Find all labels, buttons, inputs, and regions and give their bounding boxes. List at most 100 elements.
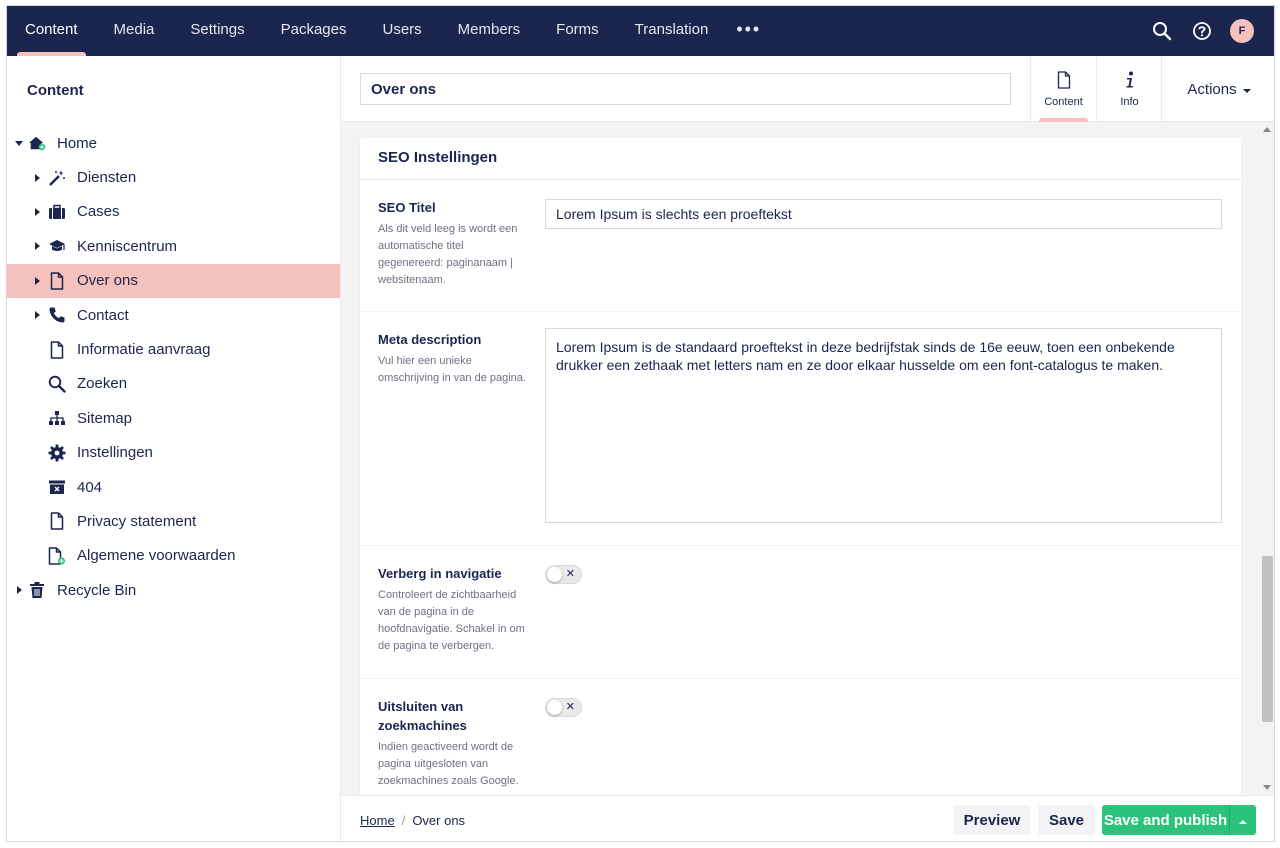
- editor-scroll-area: SEO Instellingen SEO Titel Als dit veld …: [341, 122, 1274, 795]
- section-media[interactable]: Media: [96, 6, 173, 56]
- hide-navigation-toggle[interactable]: ✕: [545, 565, 582, 584]
- avatar[interactable]: F: [1230, 19, 1254, 43]
- property-label: Meta description Vul hier een unieke oms…: [378, 330, 528, 387]
- section-packages[interactable]: Packages: [263, 6, 365, 56]
- more-sections-button[interactable]: •••: [726, 6, 771, 56]
- breadcrumb-home-link[interactable]: Home: [360, 813, 395, 828]
- tab-content[interactable]: Content: [1030, 56, 1096, 122]
- home-icon: [28, 134, 46, 152]
- tree-item-recycle-bin[interactable]: Recycle Bin: [7, 573, 340, 607]
- tree-item-privacy-statement[interactable]: Privacy statement: [7, 504, 340, 538]
- tree-item-label: Sitemap: [77, 409, 133, 427]
- tree-item-zoeken[interactable]: Zoeken: [7, 367, 340, 401]
- caret-down-icon: [1242, 81, 1251, 98]
- scroll-up-icon[interactable]: [1263, 127, 1271, 132]
- tree-item-diensten[interactable]: Diensten: [7, 160, 340, 194]
- caret-right-icon[interactable]: [31, 240, 43, 252]
- top-bar-tools: F: [1150, 6, 1254, 56]
- search-icon: [48, 375, 66, 393]
- property-name: Uitsluiten van zoekmachines: [378, 699, 467, 733]
- app-window: Content Media Settings Packages Users Me…: [6, 5, 1275, 842]
- tree-item-label: Contact: [77, 306, 129, 324]
- tree-item-contact[interactable]: Contact: [7, 298, 340, 332]
- tree-item-label: Home: [57, 134, 98, 152]
- scroll-down-icon[interactable]: [1263, 785, 1271, 790]
- property-name: SEO Titel: [378, 200, 436, 215]
- tree-item-informatie-aanvraag[interactable]: Informatie aanvraag: [7, 332, 340, 366]
- exclude-search-property: Uitsluiten van zoekmachines Indien geact…: [360, 679, 1241, 795]
- editor-footer: Home / Over ons Preview Save Save and pu…: [341, 795, 1274, 841]
- property-description: Als dit veld leeg is wordt een automatis…: [378, 223, 518, 286]
- property-label: SEO Titel Als dit veld leeg is wordt een…: [378, 198, 528, 289]
- meta-description-property: Meta description Vul hier een unieke oms…: [360, 312, 1241, 546]
- publish-options-button[interactable]: [1229, 805, 1256, 835]
- tree-item-label: Instellingen: [77, 444, 153, 462]
- tree-item-home[interactable]: Home: [7, 126, 340, 160]
- caret-right-icon[interactable]: [31, 206, 43, 218]
- tree-item-sitemap[interactable]: Sitemap: [7, 401, 340, 435]
- tree-item-label: Over ons: [77, 272, 138, 290]
- seo-title-input[interactable]: [545, 199, 1222, 229]
- tree-item-label: Recycle Bin: [57, 581, 137, 599]
- editor-header: Content Info Actions: [341, 56, 1274, 122]
- tree-item-label: 404: [77, 478, 103, 496]
- gear-icon: [48, 444, 66, 462]
- save-and-publish-button[interactable]: Save and publish: [1102, 805, 1229, 835]
- actions-dropdown[interactable]: Actions: [1161, 56, 1274, 122]
- property-name: Verberg in navigatie: [378, 566, 502, 581]
- caret-right-icon[interactable]: [31, 172, 43, 184]
- tree-item-label: Privacy statement: [77, 512, 197, 530]
- section-translation[interactable]: Translation: [617, 6, 727, 56]
- breadcrumb-current: Over ons: [412, 812, 466, 828]
- property-name: Meta description: [378, 332, 482, 347]
- section-nav: Content Media Settings Packages Users Me…: [7, 6, 771, 56]
- tab-label: Info: [1120, 95, 1139, 108]
- document-icon: [48, 512, 66, 531]
- section-settings[interactable]: Settings: [172, 6, 262, 56]
- tree-item-instellingen[interactable]: Instellingen: [7, 436, 340, 470]
- caret-down-icon[interactable]: [13, 137, 25, 149]
- phone-icon: [48, 306, 66, 324]
- node-name-input[interactable]: [360, 73, 1011, 105]
- help-icon[interactable]: [1190, 19, 1214, 43]
- tree-item-label: Kenniscentrum: [77, 237, 178, 255]
- tree-item-404[interactable]: 404: [7, 470, 340, 504]
- save-button[interactable]: Save: [1038, 805, 1095, 835]
- tree-item-label: Diensten: [77, 169, 137, 187]
- missing-box-icon: [48, 478, 66, 496]
- section-users[interactable]: Users: [364, 6, 439, 56]
- scroll-thumb[interactable]: [1262, 556, 1273, 722]
- section-forms[interactable]: Forms: [538, 6, 617, 56]
- tree-item-label: Cases: [77, 203, 120, 221]
- search-icon[interactable]: [1150, 19, 1174, 43]
- property-description: Vul hier een unieke omschrijving in van …: [378, 355, 526, 384]
- tree-item-algemene-voorwaarden[interactable]: Algemene voorwaarden: [7, 539, 340, 573]
- preview-button[interactable]: Preview: [954, 805, 1030, 835]
- tree-item-kenniscentrum[interactable]: Kenniscentrum: [7, 229, 340, 263]
- actions-label: Actions: [1187, 80, 1237, 98]
- caret-right-icon[interactable]: [31, 275, 43, 287]
- caret-right-icon[interactable]: [13, 584, 25, 596]
- section-content[interactable]: Content: [7, 6, 96, 56]
- document-icon: [48, 272, 66, 290]
- close-icon: ✕: [565, 568, 575, 580]
- meta-description-textarea[interactable]: Lorem Ipsum is de standaard proeftekst i…: [545, 328, 1222, 523]
- caret-up-icon: [1239, 812, 1247, 829]
- tree-item-label: Algemene voorwaarden: [77, 547, 236, 565]
- tree-item-label: Informatie aanvraag: [77, 341, 211, 359]
- vertical-scrollbar[interactable]: [1260, 122, 1274, 795]
- sitemap-icon: [48, 409, 66, 427]
- magic-wand-icon: [48, 169, 66, 187]
- exclude-search-toggle[interactable]: ✕: [545, 698, 582, 717]
- property-label: Verberg in navigatie Controleert de zich…: [378, 564, 528, 655]
- content-apps: Content Info: [1030, 56, 1162, 122]
- hide-navigation-property: Verberg in navigatie Controleert de zich…: [360, 546, 1241, 679]
- tree-item-cases[interactable]: Cases: [7, 195, 340, 229]
- tree-item-over-ons[interactable]: Over ons: [7, 263, 340, 298]
- caret-right-icon[interactable]: [31, 309, 43, 321]
- section-members[interactable]: Members: [440, 6, 539, 56]
- property-description: Controleert de zichtbaarheid van de pagi…: [378, 589, 525, 652]
- panel-title: SEO Instellingen: [360, 138, 1241, 180]
- toggle-knob: [547, 700, 562, 715]
- tab-info[interactable]: Info: [1096, 56, 1162, 122]
